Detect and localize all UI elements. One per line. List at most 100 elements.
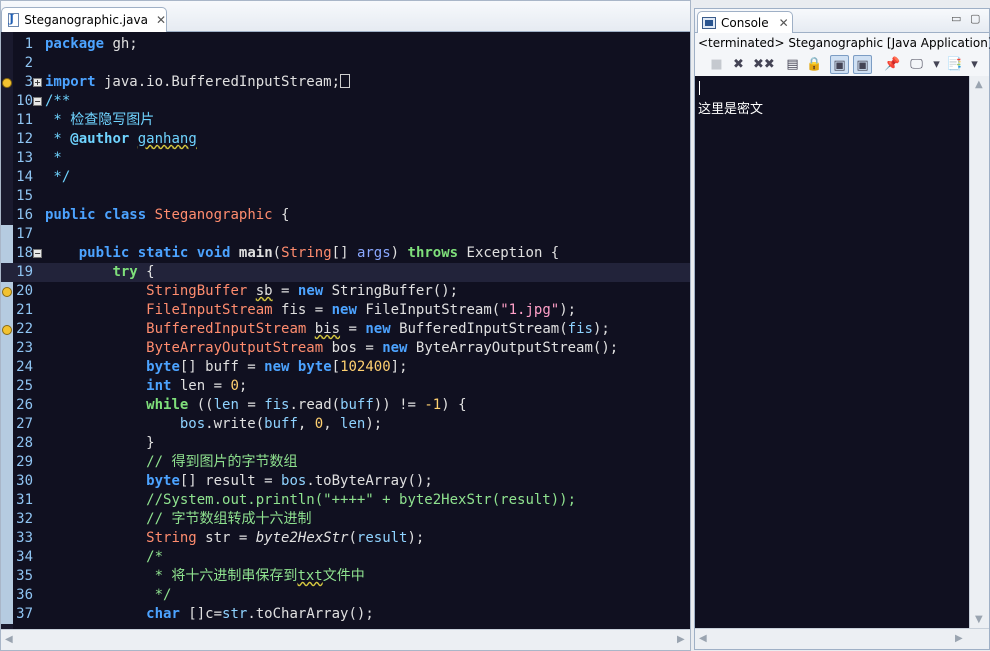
code-line[interactable]: 2 bbox=[1, 54, 690, 73]
code-text: * @author ganhang bbox=[45, 131, 197, 147]
console-view: Console ✕ ▭ ▢ <terminated> Steganographi… bbox=[694, 8, 990, 650]
line-number: 37 bbox=[16, 606, 33, 622]
console-output[interactable]: 这里是密文 bbox=[695, 76, 969, 628]
console-vertical-scrollbar[interactable]: ▲ ▼ bbox=[969, 76, 989, 628]
terminate-icon[interactable]: ■ bbox=[707, 55, 726, 74]
code-line[interactable]: 3 + import java.io.BufferedInputStream; bbox=[1, 73, 690, 92]
editor-tab-label: Steganographic.java bbox=[24, 13, 148, 27]
line-number: 30 bbox=[16, 473, 33, 489]
remove-all-terminated-icon[interactable]: ✖✖ bbox=[753, 55, 775, 74]
console-tab[interactable]: Console ✕ bbox=[697, 11, 793, 33]
code-line[interactable]: 26 while ((len = fis.read(buff)) != -1) … bbox=[1, 396, 690, 415]
scroll-right-icon[interactable]: ▶ bbox=[677, 634, 685, 645]
code-line[interactable]: 13 * bbox=[1, 149, 690, 168]
code-line[interactable]: 12 * @author ganhang bbox=[1, 130, 690, 149]
code-line[interactable]: 33 String str = byte2HexStr(result); bbox=[1, 529, 690, 548]
code-line[interactable]: 10−/** bbox=[1, 92, 690, 111]
code-text: * 将十六进制串保存到txt文件中 bbox=[45, 568, 365, 584]
code-line[interactable]: 14 */ bbox=[1, 168, 690, 187]
scroll-down-icon[interactable]: ▼ bbox=[975, 614, 983, 625]
code-editor[interactable]: 1 package gh; 2 3 + import java.io.BufferedIn… bbox=[1, 32, 690, 629]
code-line[interactable]: 20 StringBuffer sb = new StringBuffer(); bbox=[1, 282, 690, 301]
scroll-right-icon[interactable]: ▶ bbox=[955, 633, 963, 644]
code-line[interactable]: 22 BufferedInputStream bis = new Buffere… bbox=[1, 320, 690, 339]
line-number: 33 bbox=[16, 530, 33, 546]
pin-console-icon[interactable]: 📌 bbox=[883, 55, 902, 74]
line-number: 26 bbox=[16, 397, 33, 413]
code-line[interactable]: 28 } bbox=[1, 434, 690, 453]
line-number: 19 bbox=[16, 264, 33, 280]
code-line[interactable]: 11 * 检查隐写图片 bbox=[1, 111, 690, 130]
code-text: BufferedInputStream bis = new BufferedIn… bbox=[146, 321, 610, 337]
code-line[interactable]: 21 FileInputStream fis = new FileInputSt… bbox=[1, 301, 690, 320]
code-line[interactable]: 32 // 字节数组转成十六进制 bbox=[1, 510, 690, 529]
code-line[interactable]: 30 byte[] result = bos.toByteArray(); bbox=[1, 472, 690, 491]
line-number: 28 bbox=[16, 435, 33, 451]
console-tab-label: Console bbox=[721, 15, 769, 30]
code-line[interactable]: 19 try { bbox=[1, 263, 690, 282]
code-line[interactable]: 37 char []c=str.toCharArray(); bbox=[1, 605, 690, 624]
code-line[interactable]: 25 int len = 0; bbox=[1, 377, 690, 396]
close-tab-icon[interactable]: ✕ bbox=[156, 13, 166, 27]
collapse-fold-icon[interactable]: − bbox=[33, 97, 42, 106]
scroll-left-icon[interactable]: ◀ bbox=[699, 633, 707, 644]
clear-console-icon[interactable]: ▤ bbox=[783, 55, 802, 74]
code-text: ByteArrayOutputStream bos = new ByteArra… bbox=[146, 340, 619, 356]
editor-tab-bar: J Steganographic.java ✕ bbox=[1, 1, 690, 32]
line-number: 18 bbox=[16, 245, 33, 261]
code-text: StringBuffer sb = new StringBuffer(); bbox=[146, 283, 459, 299]
console-horizontal-scrollbar[interactable]: ◀ ▶ bbox=[695, 628, 989, 649]
code-text: package gh; bbox=[45, 36, 138, 52]
show-on-stdout-icon[interactable]: ▣ bbox=[830, 55, 849, 74]
line-number: 36 bbox=[16, 587, 33, 603]
collapse-fold-icon[interactable]: − bbox=[33, 249, 42, 258]
code-text: byte[] result = bos.toByteArray(); bbox=[146, 473, 433, 489]
remove-launch-icon[interactable]: ✖ bbox=[729, 55, 748, 74]
display-dropdown-icon[interactable]: ▾ bbox=[927, 55, 946, 74]
line-number: 10 bbox=[16, 93, 33, 109]
code-text: import java.io.BufferedInputStream; bbox=[45, 73, 351, 92]
line-number: 15 bbox=[16, 188, 33, 204]
editor-tab-steganographic-java[interactable]: J Steganographic.java ✕ bbox=[1, 7, 167, 32]
code-text: /** bbox=[45, 93, 71, 109]
scroll-up-icon[interactable]: ▲ bbox=[975, 79, 983, 90]
scroll-left-icon[interactable]: ◀ bbox=[5, 634, 13, 645]
code-line[interactable]: 36 */ bbox=[1, 586, 690, 605]
console-toolbar: ■ ✖ ✖✖ ▤ 🔒 ▣ ▣ 📌 🖵 ▾ 📑 ▾ bbox=[695, 54, 989, 76]
code-text: while ((len = fis.read(buff)) != -1) { bbox=[146, 397, 467, 413]
minimize-icon[interactable]: ▭ bbox=[951, 12, 961, 25]
code-text: bos.write(buff, 0, len); bbox=[179, 416, 383, 432]
scroll-lock-icon[interactable]: 🔒 bbox=[805, 55, 824, 74]
code-text: String str = byte2HexStr(result); bbox=[146, 530, 425, 546]
line-number: 24 bbox=[16, 359, 33, 375]
code-text: */ bbox=[45, 587, 172, 603]
line-number: 16 bbox=[16, 207, 33, 223]
expand-fold-icon[interactable]: + bbox=[33, 78, 42, 87]
code-text: * 检查隐写图片 bbox=[45, 112, 155, 128]
code-line[interactable]: 23 ByteArrayOutputStream bos = new ByteA… bbox=[1, 339, 690, 358]
line-number: 22 bbox=[16, 321, 33, 337]
show-on-stderr-icon[interactable]: ▣ bbox=[853, 55, 872, 74]
code-line[interactable]: 1 package gh; bbox=[1, 35, 690, 54]
close-console-icon[interactable]: ✕ bbox=[779, 16, 789, 30]
maximize-icon[interactable]: ▢ bbox=[970, 12, 980, 25]
editor-horizontal-scrollbar[interactable]: ◀ ▶ bbox=[1, 629, 690, 650]
code-line[interactable]: 17 bbox=[1, 225, 690, 244]
code-line[interactable]: 27 bos.write(buff, 0, len); bbox=[1, 415, 690, 434]
code-line[interactable]: 35 * 将十六进制串保存到txt文件中 bbox=[1, 567, 690, 586]
code-line[interactable]: 24 byte[] buff = new byte[102400]; bbox=[1, 358, 690, 377]
code-line[interactable]: 34 /* bbox=[1, 548, 690, 567]
display-console-icon[interactable]: 🖵 bbox=[907, 55, 926, 74]
code-line[interactable]: 31 //System.out.println("++++" + byte2He… bbox=[1, 491, 690, 510]
open-dropdown-icon[interactable]: ▾ bbox=[965, 55, 984, 74]
code-line[interactable]: 18− public static void main(String[] arg… bbox=[1, 244, 690, 263]
code-line[interactable]: 16 public class Steganographic { bbox=[1, 206, 690, 225]
line-number: 34 bbox=[16, 549, 33, 565]
java-file-icon: J bbox=[7, 12, 20, 27]
open-console-icon[interactable]: 📑 bbox=[945, 55, 964, 74]
code-line[interactable]: 15 bbox=[1, 187, 690, 206]
line-number: 32 bbox=[16, 511, 33, 527]
line-number: 1 bbox=[24, 36, 33, 52]
code-text: try { bbox=[112, 264, 155, 280]
code-line[interactable]: 29 // 得到图片的字节数组 bbox=[1, 453, 690, 472]
